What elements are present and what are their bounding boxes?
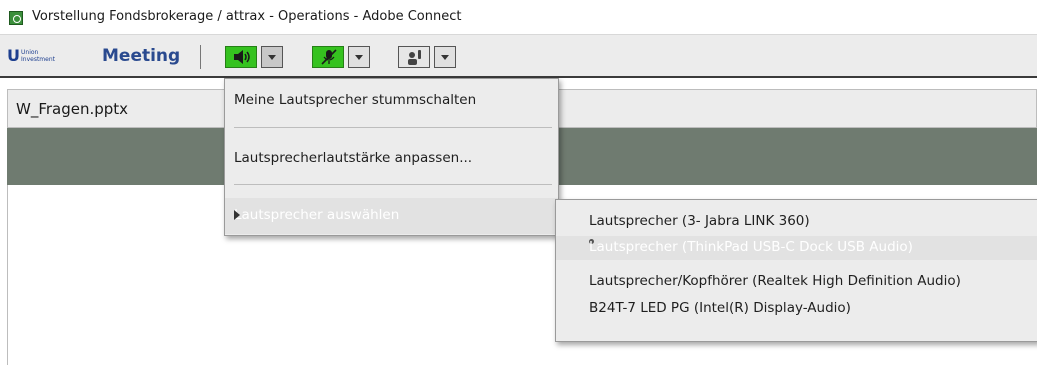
raise-hand-icon [408, 50, 421, 65]
toolbar-divider [200, 45, 201, 69]
speaker-menu: Meine Lautsprecher stummschalten Lautspr… [224, 78, 559, 236]
microphone-dropdown-button[interactable] [348, 46, 370, 68]
speaker-option[interactable]: Lautsprecher/Kopfhörer (Realtek High Def… [556, 270, 1037, 294]
brand-name: Union Investment [21, 49, 55, 63]
speaker-option[interactable]: Lautsprecher (3- Jabra LINK 360) [556, 210, 1037, 234]
menu-divider [234, 184, 552, 185]
menu-item-label: Lautsprecherlautstärke anpassen... [234, 150, 473, 166]
speaker-option-label: B24T-7 LED PG (Intel(R) Display-Audio) [589, 300, 851, 316]
menu-item-label: Meine Lautsprecher stummschalten [234, 92, 477, 108]
status-dropdown-button[interactable] [434, 46, 456, 68]
pod-title: W_Fragen.pptx [16, 100, 129, 118]
speaker-option[interactable]: B24T-7 LED PG (Intel(R) Display-Audio) [556, 297, 1037, 321]
speaker-option-selected[interactable]: Lautsprecher (ThinkPad USB-C Dock USB Au… [556, 236, 1037, 260]
menu-divider [234, 127, 552, 128]
window-titlebar: Vorstellung Fondsbrokerage / attrax - Op… [0, 0, 1037, 34]
speaker-option-label: Lautsprecher (3- Jabra LINK 360) [589, 213, 810, 229]
speaker-select-submenu: Lautsprecher (3- Jabra LINK 360) Lautspr… [555, 199, 1037, 342]
menu-item-mute-speakers[interactable]: Meine Lautsprecher stummschalten [225, 83, 558, 119]
microphone-muted-icon [321, 49, 337, 65]
submenu-arrow-icon [234, 210, 548, 220]
speaker-option-label: Lautsprecher/Kopfhörer (Realtek High Def… [589, 273, 961, 289]
speaker-icon [234, 50, 250, 64]
menu-item-select-speaker[interactable]: Lautsprecher auswählen [225, 198, 558, 234]
meeting-menu[interactable]: Meeting [102, 46, 180, 66]
menu-item-adjust-volume[interactable]: Lautsprecherlautstärke anpassen... [225, 141, 558, 177]
adobe-connect-icon [9, 11, 23, 25]
speaker-button[interactable] [225, 46, 257, 68]
microphone-button[interactable] [312, 46, 344, 68]
raise-hand-button[interactable] [398, 46, 430, 68]
window-title: Vorstellung Fondsbrokerage / attrax - Op… [32, 9, 462, 24]
union-investment-logo-icon: U [7, 46, 20, 65]
main-toolbar: U Union Investment Meeting [0, 34, 1037, 78]
speaker-option-label: Lautsprecher (ThinkPad USB-C Dock USB Au… [589, 239, 913, 255]
speaker-dropdown-button[interactable] [261, 46, 283, 68]
